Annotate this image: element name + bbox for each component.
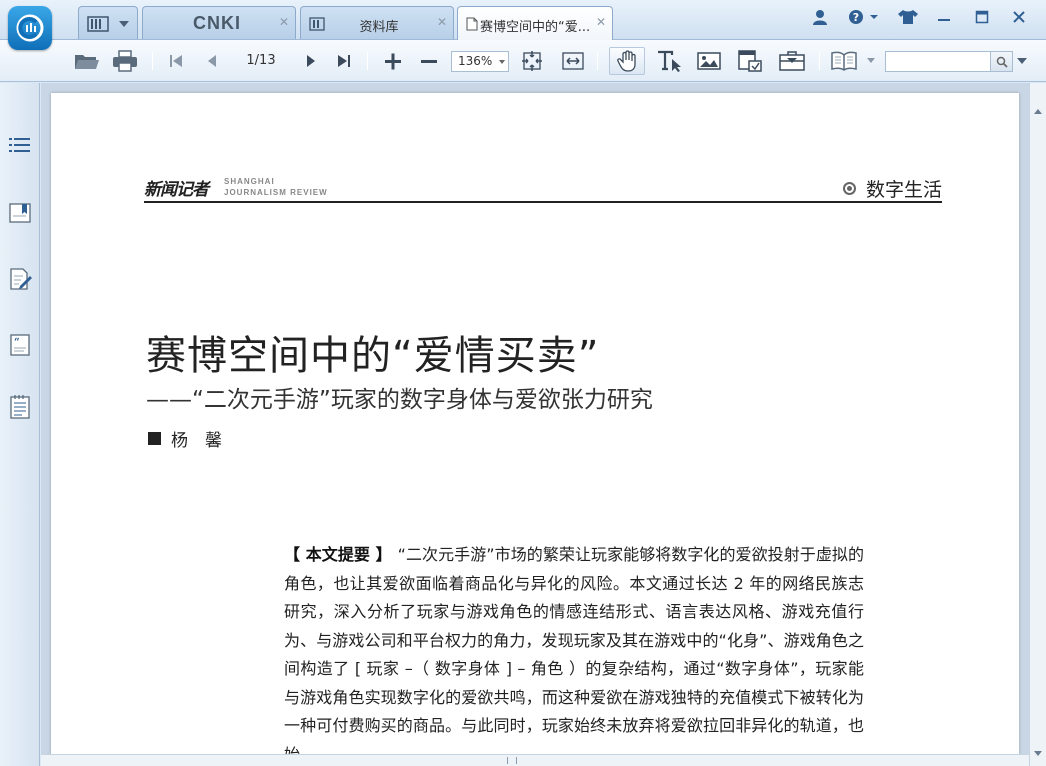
tab-label: 赛博空间中的“爱... xyxy=(480,20,591,35)
scroll-down-icon[interactable] xyxy=(1034,751,1042,756)
bookshelf-icon xyxy=(309,16,325,35)
tab-document[interactable]: 赛博空间中的“爱... ✕ xyxy=(457,6,613,41)
separator xyxy=(819,52,820,70)
zoom-out-icon[interactable] xyxy=(416,49,442,73)
journal-logo-english: SHANGHAI xyxy=(224,177,275,186)
text-select-icon[interactable] xyxy=(655,49,685,73)
outline-list-icon[interactable] xyxy=(6,131,34,159)
toolbox-icon[interactable] xyxy=(777,49,807,73)
target-dot-icon xyxy=(842,182,856,195)
notes-icon[interactable] xyxy=(6,393,34,421)
close-icon[interactable]: ✕ xyxy=(437,15,447,29)
zoom-in-icon[interactable] xyxy=(380,49,406,73)
close-window-icon[interactable] xyxy=(1004,6,1034,28)
horizontal-scrollbar[interactable] xyxy=(41,754,1029,766)
hand-tool-icon[interactable] xyxy=(609,47,645,75)
tab-cnki[interactable]: CNKI ✕ xyxy=(142,6,296,39)
separator xyxy=(597,52,598,70)
reading-mode-icon[interactable] xyxy=(829,49,859,73)
minimize-icon[interactable] xyxy=(930,6,958,28)
search-input[interactable] xyxy=(886,52,990,71)
abstract-text: “二次元手游”市场的繁荣让玩家能够将数字化的爱欲投射于虚拟的角色，也让其爱欲面临… xyxy=(284,545,864,763)
close-icon[interactable]: ✕ xyxy=(279,15,289,29)
vertical-scrollbar[interactable] xyxy=(1029,83,1046,766)
cnki-app-logo[interactable] xyxy=(8,6,52,50)
search-icon[interactable] xyxy=(990,52,1012,71)
previous-page-icon[interactable] xyxy=(200,49,224,73)
chevron-down-icon[interactable] xyxy=(119,21,129,27)
tab-label: CNKI xyxy=(193,13,241,33)
maximize-icon[interactable] xyxy=(968,6,996,28)
close-icon[interactable]: ✕ xyxy=(596,15,606,29)
page-indicator[interactable]: 1/13 xyxy=(238,53,284,68)
image-select-icon[interactable] xyxy=(694,49,724,73)
zoom-value: 136% xyxy=(458,54,493,68)
scroll-up-icon[interactable] xyxy=(1034,109,1042,114)
svg-text:?: ? xyxy=(853,11,859,24)
document-icon xyxy=(466,16,478,35)
scroll-grip[interactable] xyxy=(507,757,517,764)
fit-page-icon[interactable] xyxy=(519,49,545,73)
first-page-icon[interactable] xyxy=(164,49,188,73)
help-icon[interactable]: ? xyxy=(845,6,881,28)
journal-logo-english: JOURNALISM REVIEW xyxy=(224,188,328,197)
citation-icon[interactable]: “ xyxy=(6,331,34,359)
abstract-label: 【 本文提要 】 xyxy=(284,545,392,564)
snapshot-icon[interactable] xyxy=(735,49,765,73)
left-sidebar: “ xyxy=(0,83,40,766)
open-folder-icon[interactable] xyxy=(72,49,102,73)
search-box[interactable] xyxy=(885,51,1013,72)
bookmark-icon[interactable] xyxy=(6,199,34,227)
skin-shirt-icon[interactable] xyxy=(894,6,922,28)
tab-library[interactable]: 资料库 ✕ xyxy=(300,6,454,39)
separator xyxy=(152,52,153,70)
title-bar: CNKI ✕ 资料库 ✕ 赛博空间中的“爱... ✕ ? xyxy=(0,0,1046,50)
zoom-select[interactable]: 136% xyxy=(451,51,509,72)
bookshelf-icon xyxy=(87,16,109,36)
print-icon[interactable] xyxy=(110,49,140,73)
abstract: 【 本文提要 】 “二次元手游”市场的繁荣让玩家能够将数字化的爱欲投射于虚拟的角色… xyxy=(284,541,864,763)
svg-text:“: “ xyxy=(14,337,20,348)
article-title: 赛博空间中的“爱情买卖” xyxy=(146,333,600,379)
section-label: 数字生活 xyxy=(865,179,942,201)
next-page-icon[interactable] xyxy=(299,49,323,73)
last-page-icon[interactable] xyxy=(332,49,356,73)
article-subtitle: ——“二次元手游”玩家的数字身体与爱欲张力研究 xyxy=(146,387,653,413)
tab-label: 资料库 xyxy=(359,20,399,35)
section-heading: 数字生活 xyxy=(842,175,942,202)
chevron-down-icon[interactable] xyxy=(1017,58,1027,64)
chevron-down-icon[interactable] xyxy=(864,49,878,73)
document-viewer[interactable]: 新闻记者 SHANGHAI JOURNALISM REVIEW 数字生活 赛博空… xyxy=(41,83,1046,766)
separator xyxy=(367,52,368,70)
square-bullet-icon xyxy=(148,432,161,445)
author-name: 杨 馨 xyxy=(171,431,222,451)
tab-library-menu[interactable] xyxy=(78,6,138,39)
toolbar: 1/13 136% xyxy=(0,40,1046,82)
cnki-logo-icon xyxy=(16,14,44,42)
author-line: 杨 馨 xyxy=(148,426,222,451)
journal-logo-chinese: 新闻记者 xyxy=(144,180,209,200)
user-icon[interactable] xyxy=(808,6,832,28)
annotation-icon[interactable] xyxy=(6,265,34,293)
chevron-down-icon xyxy=(499,60,505,64)
fit-width-icon[interactable] xyxy=(560,49,586,73)
header-rule xyxy=(144,201,942,203)
pdf-page: 新闻记者 SHANGHAI JOURNALISM REVIEW 数字生活 赛博空… xyxy=(51,93,1019,763)
